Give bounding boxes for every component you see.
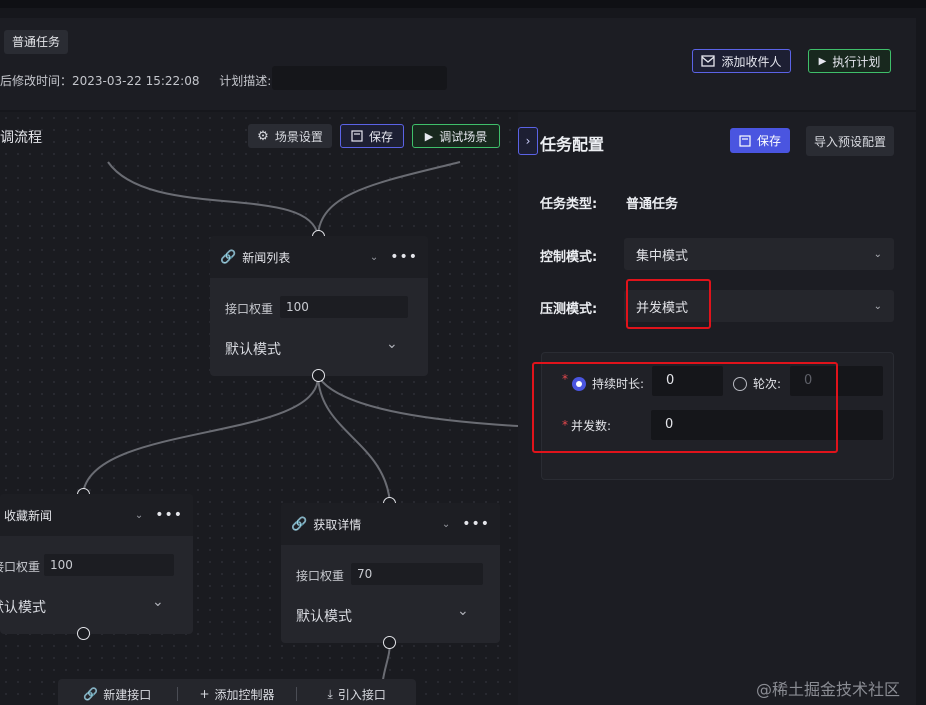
chevron-down-icon: ⌄	[873, 300, 882, 312]
debug-scene-label: 调试场景	[439, 129, 488, 144]
chevron-down-icon: ⌄	[386, 336, 398, 352]
stress-mode-label: 压测模式:	[540, 302, 598, 317]
add-recipient-button[interactable]: 添加收件人	[692, 49, 791, 73]
add-controller-button[interactable]: + 添加控制器	[178, 686, 297, 703]
api-node-news-list[interactable]: 🔗 新闻列表 ⌄ ••• 接口权重 100 默认模式 ⌄	[210, 236, 428, 376]
download-icon: ⤓	[327, 686, 333, 701]
weight-label: 接口权重	[225, 302, 274, 316]
link-icon: 🔗	[83, 687, 99, 701]
execute-plan-button[interactable]: ▶ 执行计划	[808, 49, 891, 73]
import-preset-label: 导入预设配置	[813, 134, 886, 149]
node-output-port[interactable]	[383, 636, 396, 649]
control-mode-value: 集中模式	[636, 248, 689, 264]
node-header: 收藏新闻 ⌄ •••	[0, 494, 193, 536]
weight-input[interactable]: 100	[44, 554, 174, 576]
node-header: 🔗 获取详情 ⌄ •••	[281, 503, 500, 545]
flow-title: 调流程	[0, 130, 42, 146]
plus-icon: +	[199, 687, 210, 701]
import-api-label: 引入接口	[337, 687, 386, 702]
import-api-button[interactable]: ⤓ 引入接口	[297, 686, 416, 703]
play-icon: ▶	[818, 55, 827, 67]
watermark: @稀土掘金技术社区	[756, 680, 901, 699]
scene-settings-label: 场景设置	[274, 129, 323, 144]
task-type-label: 任务类型:	[540, 197, 598, 212]
add-controller-label: 添加控制器	[214, 687, 275, 702]
new-api-label: 新建接口	[103, 687, 152, 702]
flow-save-label: 保存	[368, 129, 393, 144]
debug-scene-button[interactable]: ▶ 调试场景	[412, 124, 500, 148]
weight-input[interactable]: 70	[351, 563, 483, 585]
link-icon: 🔗	[220, 249, 237, 265]
weight-label: 接口权重	[0, 560, 41, 574]
play-icon: ▶	[424, 129, 434, 143]
highlight-box	[626, 279, 711, 329]
mode-select[interactable]: 默认模式	[225, 339, 281, 359]
node-output-port[interactable]	[77, 627, 90, 640]
scene-settings-button[interactable]: ⚙ 场景设置	[248, 124, 332, 148]
gear-icon: ⚙	[257, 128, 269, 144]
config-save-label: 保存	[756, 134, 781, 148]
api-node-get-details[interactable]: 🔗 获取详情 ⌄ ••• 接口权重 70 默认模式 ⌄	[281, 503, 500, 643]
control-mode-select[interactable]: 集中模式 ⌄	[624, 238, 894, 270]
new-api-button[interactable]: 🔗 新建接口	[58, 686, 177, 703]
highlight-box	[532, 362, 838, 453]
flow-action-bar: 🔗 新建接口 + 添加控制器 ⤓ 引入接口	[58, 679, 416, 705]
task-type-tag: 普通任务	[4, 30, 69, 54]
chevron-down-icon: ⌄	[152, 594, 164, 610]
execute-plan-label: 执行计划	[832, 54, 881, 69]
import-preset-button[interactable]: 导入预设配置	[806, 126, 894, 156]
modified-time: 2023-03-22 15:22:08	[72, 74, 200, 88]
node-name: 获取详情	[313, 517, 362, 532]
chevron-right-icon: ›	[525, 134, 531, 148]
task-type-value: 普通任务	[626, 197, 679, 212]
modified-time-row: 后修改时间：2023-03-22 15:22:08 计划描述:	[0, 72, 271, 89]
chevron-down-icon: ⌄	[873, 248, 882, 260]
chevron-down-icon[interactable]: ⌄	[442, 519, 450, 530]
flow-save-button[interactable]: 保存	[340, 124, 404, 148]
collapse-panel-button[interactable]: ›	[518, 127, 538, 155]
node-header: 🔗 新闻列表 ⌄ •••	[210, 236, 428, 278]
mode-select[interactable]: 默认模式	[296, 606, 352, 626]
save-icon	[351, 130, 363, 142]
more-icon[interactable]: •••	[390, 249, 418, 265]
api-node-favorite-news[interactable]: 收藏新闻 ⌄ ••• 接口权重 100 默认模式 ⌄	[0, 494, 193, 634]
more-icon[interactable]: •••	[462, 516, 490, 532]
weight-label: 接口权重	[296, 569, 345, 583]
modified-label: 后修改时间：	[0, 74, 73, 88]
config-save-button[interactable]: 保存	[730, 128, 790, 153]
save-icon	[739, 134, 751, 147]
config-title: 任务配置	[540, 135, 605, 154]
chevron-down-icon[interactable]: ⌄	[135, 510, 143, 521]
mail-icon	[701, 55, 716, 67]
node-name: 新闻列表	[242, 250, 291, 265]
add-recipient-label: 添加收件人	[721, 54, 782, 69]
more-icon[interactable]: •••	[155, 507, 183, 523]
link-icon: 🔗	[291, 516, 308, 532]
chevron-down-icon[interactable]: ⌄	[370, 252, 378, 263]
chevron-down-icon: ⌄	[457, 603, 469, 619]
control-mode-label: 控制模式:	[540, 250, 598, 265]
mode-select[interactable]: 默认模式	[0, 597, 46, 617]
node-name: 收藏新闻	[4, 508, 53, 523]
top-strip	[0, 0, 926, 8]
plan-desc-value	[272, 66, 447, 90]
weight-input[interactable]: 100	[280, 296, 408, 318]
plan-desc-label: 计划描述:	[219, 74, 272, 88]
node-output-port[interactable]	[312, 369, 325, 382]
